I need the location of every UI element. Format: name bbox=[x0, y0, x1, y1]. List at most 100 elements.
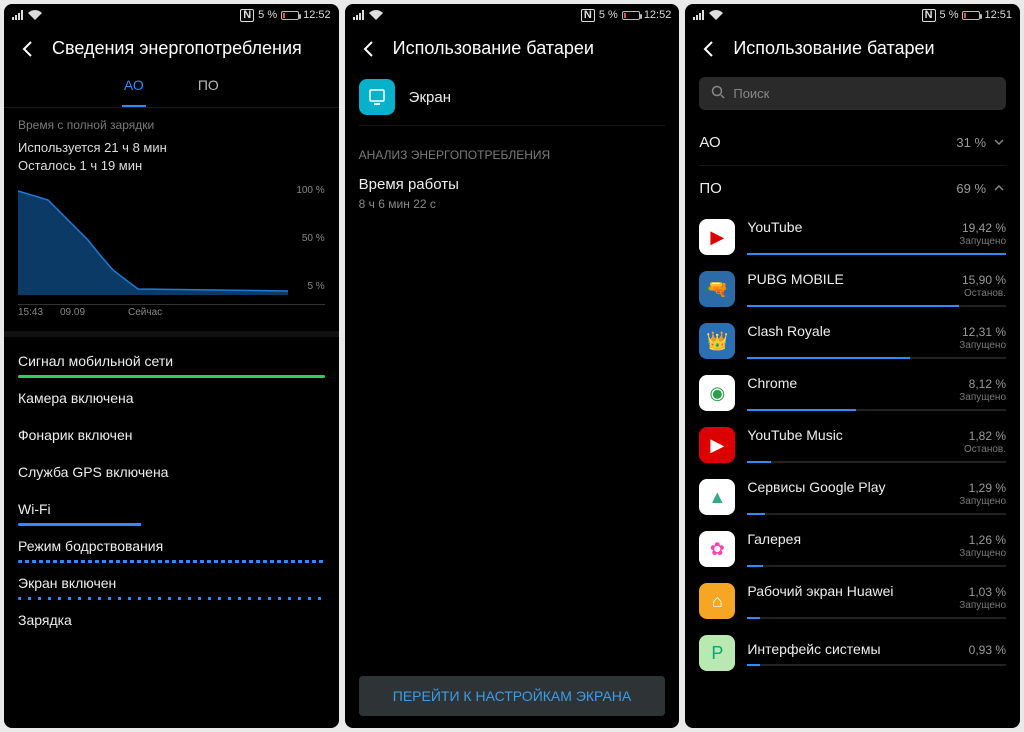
app-progress-bar bbox=[747, 565, 1006, 567]
item-screen-label: Экран bbox=[409, 89, 451, 106]
row-screen-label: Экран включен bbox=[18, 575, 325, 591]
app-item[interactable]: ▶YouTube Music1,82 %Останов. bbox=[685, 419, 1020, 471]
tab-hardware[interactable]: АО bbox=[122, 73, 146, 97]
row-torch-label: Фонарик включен bbox=[18, 427, 325, 443]
row-wifi[interactable]: Wi-Fi bbox=[4, 489, 339, 526]
screen-energy-details: N 5 % 12:52 Сведения энергопотребления А… bbox=[4, 4, 339, 728]
row-camera[interactable]: Камера включена bbox=[4, 378, 339, 415]
app-percent: 8,12 % bbox=[969, 377, 1006, 391]
app-status: Запущено bbox=[959, 236, 1006, 247]
app-item[interactable]: 👑Clash Royale12,31 %Запущено bbox=[685, 315, 1020, 367]
row-charging-label: Зарядка bbox=[18, 612, 325, 628]
row-signal[interactable]: Сигнал мобильной сети bbox=[4, 341, 339, 378]
row-awake-label: Режим бодрствования bbox=[18, 538, 325, 554]
item-screen[interactable]: Экран bbox=[345, 73, 680, 125]
search-placeholder: Поиск bbox=[733, 86, 769, 101]
back-icon[interactable] bbox=[18, 39, 38, 59]
app-item[interactable]: ⌂ Рабочий экран Huawei 1,03 %Запущено bbox=[685, 575, 1020, 627]
battery-icon bbox=[962, 11, 980, 20]
app-status: Запущено bbox=[959, 340, 1006, 351]
divider bbox=[359, 125, 666, 126]
apps-list: ▶YouTube19,42 %Запущено🔫PUBG MOBILE15,90… bbox=[685, 211, 1020, 679]
row-awake[interactable]: Режим бодрствования bbox=[4, 526, 339, 563]
app-status: Запущено bbox=[959, 600, 1006, 611]
battery-percent: 5 % bbox=[258, 9, 277, 21]
tabs: АО ПО bbox=[4, 73, 339, 108]
chart-x-start: 15:43 bbox=[18, 307, 43, 318]
titlebar: Использование батареи bbox=[685, 26, 1020, 73]
app-item[interactable]: ✿Галерея1,26 %Запущено bbox=[685, 523, 1020, 575]
app-icon: ▶ bbox=[699, 427, 735, 463]
runtime-label: Время работы bbox=[359, 176, 666, 193]
app-name: Chrome bbox=[747, 375, 797, 391]
search-icon bbox=[711, 85, 725, 102]
battery-chart-svg bbox=[18, 185, 288, 295]
titlebar: Сведения энергопотребления bbox=[4, 26, 339, 73]
app-percent: 1,03 % bbox=[969, 585, 1006, 599]
app-item[interactable]: ◉Chrome8,12 %Запущено bbox=[685, 367, 1020, 419]
battery-icon bbox=[281, 11, 299, 20]
row-screen[interactable]: Экран включен bbox=[4, 563, 339, 600]
app-item[interactable]: ▶YouTube19,42 %Запущено bbox=[685, 211, 1020, 263]
back-icon[interactable] bbox=[699, 39, 719, 59]
battery-icon bbox=[622, 11, 640, 20]
app-icon: ⌂ bbox=[699, 583, 735, 619]
chart-y-5: 5 % bbox=[307, 281, 324, 292]
tab-software[interactable]: ПО bbox=[196, 73, 221, 97]
chart-y-100: 100 % bbox=[296, 185, 324, 196]
since-full-label: Время с полной зарядки bbox=[18, 118, 325, 132]
search-input[interactable]: Поиск bbox=[699, 77, 1006, 110]
app-progress-bar bbox=[747, 357, 1006, 359]
row-charging[interactable]: Зарядка bbox=[4, 600, 339, 637]
app-item[interactable]: ▲Сервисы Google Play1,29 %Запущено bbox=[685, 471, 1020, 523]
row-gps-label: Служба GPS включена bbox=[18, 464, 325, 480]
app-name: Интерфейс системы bbox=[747, 641, 880, 657]
screen-battery-usage-detail: N 5 % 12:52 Использование батареи Экран … bbox=[345, 4, 680, 728]
row-wifi-label: Wi-Fi bbox=[18, 501, 325, 517]
signal-icon bbox=[693, 10, 705, 20]
battery-percent: 5 % bbox=[599, 9, 618, 21]
app-status: Запущено bbox=[959, 496, 1006, 507]
app-icon: P bbox=[699, 635, 735, 671]
status-bar: N 5 % 12:51 bbox=[685, 4, 1020, 26]
clock: 12:51 bbox=[984, 9, 1012, 21]
app-status: Запущено bbox=[959, 548, 1006, 559]
screen-battery-usage-apps: N 5 % 12:51 Использование батареи Поиск … bbox=[685, 4, 1020, 728]
group-hardware-label: АО bbox=[699, 134, 720, 151]
app-percent: 0,93 % bbox=[969, 643, 1006, 657]
clock: 12:52 bbox=[303, 9, 331, 21]
group-hardware-pct: 31 % bbox=[956, 135, 986, 150]
app-progress-bar bbox=[747, 253, 1006, 255]
page-title: Использование батареи bbox=[733, 38, 934, 59]
app-item[interactable]: P Интерфейс системы 0,93 % bbox=[685, 627, 1020, 679]
app-name: Галерея bbox=[747, 531, 801, 547]
back-icon[interactable] bbox=[359, 39, 379, 59]
group-software[interactable]: ПО 69 % bbox=[685, 166, 1020, 211]
row-gps[interactable]: Служба GPS включена bbox=[4, 452, 339, 489]
app-percent: 15,90 % bbox=[962, 273, 1006, 287]
nfc-icon: N bbox=[581, 9, 595, 22]
page-title: Использование батареи bbox=[393, 38, 594, 59]
battery-chart: 100 % 50 % 5 % 15:43 09.09 Сейчас bbox=[18, 185, 325, 305]
app-icon: ▶ bbox=[699, 219, 735, 255]
runtime-value: 8 ч 6 мин 22 с bbox=[359, 197, 666, 211]
app-name: YouTube bbox=[747, 219, 802, 235]
chart-y-50: 50 % bbox=[302, 233, 325, 244]
runtime-row: Время работы 8 ч 6 мин 22 с bbox=[345, 168, 680, 213]
app-name: Рабочий экран Huawei bbox=[747, 583, 893, 599]
row-torch[interactable]: Фонарик включен bbox=[4, 415, 339, 452]
app-item[interactable]: 🔫PUBG MOBILE15,90 %Останов. bbox=[685, 263, 1020, 315]
battery-percent: 5 % bbox=[940, 9, 959, 21]
app-icon: ▲ bbox=[699, 479, 735, 515]
titlebar: Использование батареи bbox=[345, 26, 680, 73]
group-hardware[interactable]: АО 31 % bbox=[685, 120, 1020, 165]
goto-screen-settings-button[interactable]: ПЕРЕЙТИ К НАСТРОЙКАМ ЭКРАНА bbox=[359, 676, 666, 716]
signal-icon bbox=[353, 10, 365, 20]
analysis-header: АНАЛИЗ ЭНЕРГОПОТРЕБЛЕНИЯ bbox=[345, 130, 680, 168]
app-name: YouTube Music bbox=[747, 427, 842, 443]
app-icon: ✿ bbox=[699, 531, 735, 567]
app-status: Останов. bbox=[964, 444, 1006, 455]
app-progress-bar bbox=[747, 664, 1006, 666]
wifi-icon bbox=[709, 10, 723, 20]
app-icon: 🔫 bbox=[699, 271, 735, 307]
